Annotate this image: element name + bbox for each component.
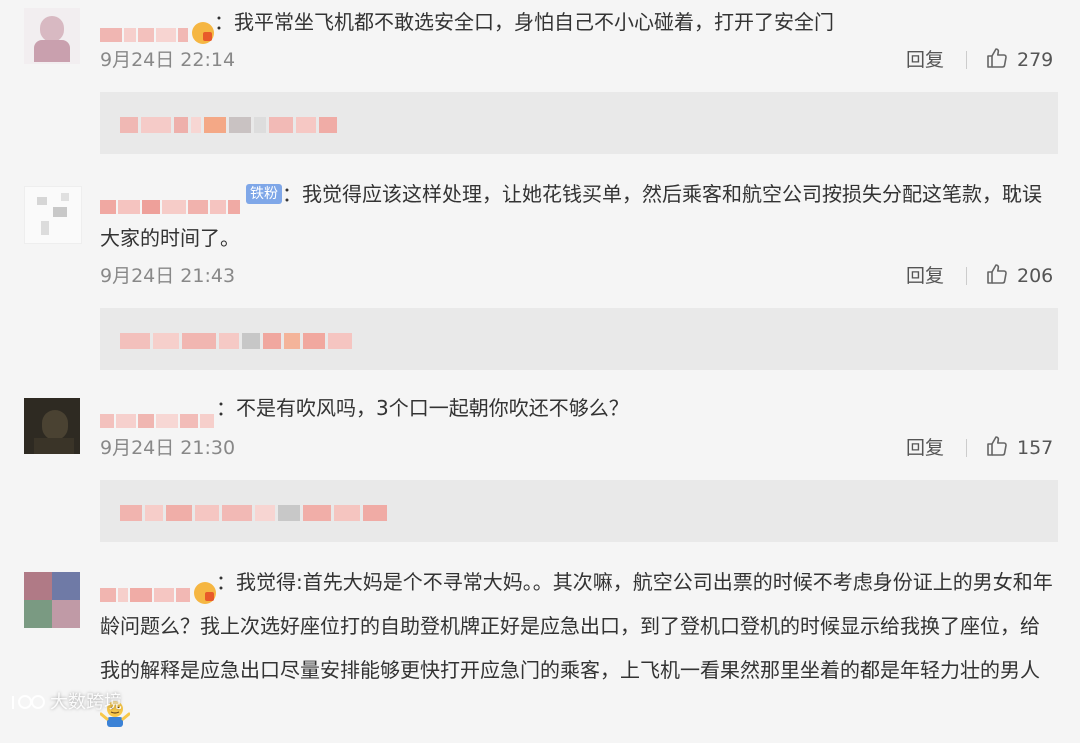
like-button[interactable]: 206 — [985, 261, 1053, 291]
comment-date: 9月24日 21:30 — [100, 437, 236, 459]
comment-date: 9月24日 22:14 — [100, 49, 236, 71]
username-blurred[interactable] — [100, 184, 242, 214]
thumbs-up-icon — [987, 264, 1007, 284]
blurred-reply-text — [120, 330, 355, 349]
comment-text: ：我觉得:首先大妈是个不寻常大妈。。其次嘛，航空公司出票的时候不考虑身份证上的男… — [99, 560, 1055, 736]
divider — [966, 51, 967, 69]
comment-meta: 9月24日 22:14 回复 279 — [100, 45, 1058, 75]
reply-button[interactable]: 回复 — [906, 433, 944, 463]
comment-text: ：不是有吹风吗，3个口一起朝你吹还不够么？ — [100, 386, 1055, 430]
logo-icon — [12, 694, 45, 709]
emoji-icon — [192, 22, 214, 44]
comment-body: ：我觉得:首先大妈是个不寻常大妈。。其次嘛，航空公司出票的时候不考虑身份证上的男… — [100, 570, 1053, 682]
divider — [966, 439, 967, 457]
emoji-icon — [194, 582, 216, 604]
like-count: 279 — [1017, 49, 1054, 71]
thumbs-up-icon — [987, 48, 1007, 68]
sub-reply-box[interactable] — [100, 92, 1058, 154]
like-button[interactable]: 157 — [985, 433, 1053, 463]
avatar[interactable] — [24, 572, 80, 628]
blurred-reply-text — [120, 502, 390, 521]
comment-body: ：我平常坐飞机都不敢选安全口，身怕自己不小心碰着，打开了安全门 — [214, 10, 834, 34]
comment-meta: 9月24日 21:43 回复 206 — [100, 261, 1058, 291]
watermark: 大数跨境 — [10, 688, 122, 718]
like-button[interactable]: 279 — [985, 45, 1053, 75]
comment-meta: 9月24日 21:30 回复 157 — [100, 433, 1058, 463]
comment-date: 9月24日 21:43 — [100, 265, 236, 287]
sub-reply-box[interactable] — [100, 308, 1058, 370]
like-count: 157 — [1017, 437, 1054, 459]
comment-text: 铁粉 ：我觉得应该这样处理，让她花钱买单，然后乘客和航空公司按损失分配这笔款，耽误… — [100, 172, 1055, 260]
username-blurred[interactable] — [100, 398, 216, 428]
divider — [966, 267, 967, 285]
fan-badge[interactable]: 铁粉 — [246, 183, 282, 204]
comment-body: ：不是有吹风吗，3个口一起朝你吹还不够么？ — [216, 396, 629, 420]
like-count: 206 — [1017, 265, 1054, 287]
sub-reply-box[interactable] — [100, 480, 1058, 542]
username-blurred[interactable] — [100, 572, 216, 604]
comment-text: ：我平常坐飞机都不敢选安全口，身怕自己不小心碰着，打开了安全门 — [100, 0, 1055, 44]
avatar[interactable] — [24, 8, 80, 64]
blurred-reply-text — [120, 114, 340, 133]
reply-button[interactable]: 回复 — [906, 261, 944, 291]
avatar[interactable] — [24, 186, 82, 244]
thumbs-up-icon — [987, 436, 1007, 456]
reply-button[interactable]: 回复 — [906, 45, 944, 75]
avatar[interactable] — [24, 398, 80, 454]
username-blurred[interactable] — [100, 12, 214, 44]
watermark-text: 大数跨境 — [50, 692, 122, 713]
